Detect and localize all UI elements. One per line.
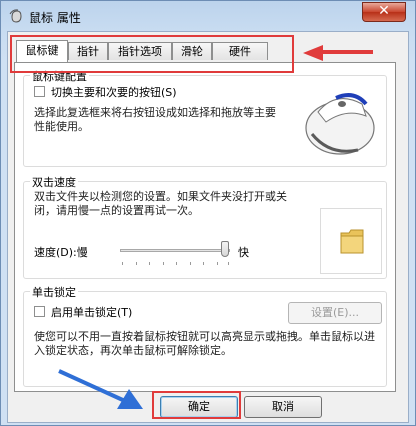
double-click-speed-group: 双击速度 双击文件夹以检测您的设置。如果文件夹没打开或关闭，请用慢一点的设置再试…: [23, 174, 387, 279]
group-legend: 单击锁定: [30, 284, 78, 300]
folder-icon: [340, 229, 364, 254]
group-legend: 鼠标键配置: [30, 68, 89, 84]
button-config-description: 选择此复选框来将右按钮设成如选择和拖放等主要性能使用。: [34, 106, 276, 133]
slider-tick: [228, 262, 229, 265]
mouse-illustration-icon: [305, 93, 375, 155]
slider-tick: [176, 262, 177, 265]
tab-panel-buttons: 鼠标键配置 切换主要和次要的按钮(S) 选择此复选框来将右按钮设成如选择和拖放等…: [14, 62, 396, 392]
folder-test-area[interactable]: [320, 208, 382, 274]
arrow-left-icon: [303, 45, 373, 61]
slider-tick: [149, 262, 150, 265]
dialog-client-area: 鼠标键 指针 指针选项 滑轮 硬件 鼠标键配置 切换主要和次要的按钮(S) 选择…: [7, 31, 409, 423]
title-bar[interactable]: 鼠标 属性 ✕: [1, 1, 415, 31]
enable-click-lock-label: 启用单击锁定(T): [51, 306, 133, 319]
group-legend: 双击速度: [30, 174, 78, 190]
double-click-description: 双击文件夹以检测您的设置。如果文件夹没打开或关闭，请用慢一点的设置再试一次。: [34, 190, 287, 217]
slider-tick: [217, 262, 218, 265]
slider-tick: [136, 262, 137, 265]
slider-tick: [163, 262, 164, 265]
fast-label: 快: [238, 246, 249, 259]
window-title: 鼠标 属性: [29, 11, 81, 25]
close-button[interactable]: ✕: [362, 2, 406, 22]
speed-label: 速度(D):慢: [34, 246, 88, 259]
close-icon: ✕: [378, 3, 390, 19]
mouse-properties-window: 鼠标 属性 ✕ 鼠标键 指针 指针选项 滑轮 硬件 鼠标键配置 切换主要和次要的…: [0, 0, 416, 426]
tab-hardware[interactable]: 硬件: [212, 42, 268, 60]
switch-buttons-label: 切换主要和次要的按钮(S): [51, 86, 177, 99]
tab-wheel[interactable]: 滑轮: [172, 42, 212, 60]
click-lock-description: 使您可以不用一直按着鼠标按钮就可以高亮显示或拖拽。单击鼠标以进入锁定状态，再次单…: [34, 330, 375, 357]
tab-pointers[interactable]: 指针: [68, 42, 108, 60]
slider-tick: [203, 262, 204, 265]
slider-tick: [190, 262, 191, 265]
speed-slider-track[interactable]: [120, 249, 230, 252]
tab-buttons[interactable]: 鼠标键: [16, 40, 68, 62]
slider-tick: [122, 262, 123, 265]
cancel-button[interactable]: 取消: [244, 396, 322, 418]
speed-slider-thumb[interactable]: [220, 241, 229, 257]
ok-button[interactable]: 确定: [160, 396, 238, 418]
button-config-group: 鼠标键配置 切换主要和次要的按钮(S) 选择此复选框来将右按钮设成如选择和拖放等…: [23, 68, 387, 167]
enable-click-lock-checkbox[interactable]: [34, 306, 45, 317]
tab-pointer-options[interactable]: 指针选项: [108, 42, 172, 60]
click-lock-settings-button[interactable]: 设置(E)...: [288, 302, 382, 324]
mouse-icon: [9, 9, 22, 23]
arrow-down-right-icon: [58, 369, 143, 409]
switch-buttons-checkbox[interactable]: [34, 86, 45, 97]
